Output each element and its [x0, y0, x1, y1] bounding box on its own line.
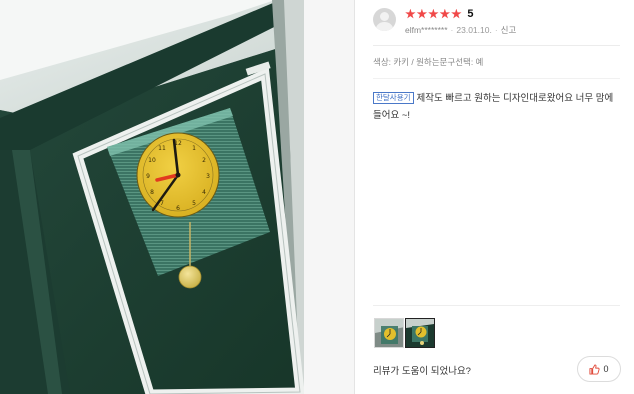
review-photo[interactable]: 12 1 2 3 4 5 6 7 8 9 10 11 [0, 0, 304, 394]
clock-photo-image: 12 1 2 3 4 5 6 7 8 9 10 11 [0, 0, 304, 394]
star-icon [416, 8, 428, 19]
thumbs-up-icon [589, 363, 601, 375]
avatar-icon [373, 8, 396, 31]
star-icon [428, 8, 439, 19]
rating-score: 5 [467, 8, 474, 20]
svg-text:9: 9 [146, 173, 150, 180]
clock-thumbnail-icon [406, 319, 434, 347]
helpful-question: 리뷰가 도움이 되었나요? [373, 366, 471, 377]
svg-text:11: 11 [158, 145, 166, 152]
month-use-badge: 한달사용기 [373, 92, 414, 104]
helpful-like-button[interactable]: 0 [577, 356, 621, 382]
photo-thumbnail-selected[interactable] [405, 318, 435, 348]
review-meta: elfm******** · 23.01.10. · 신고 [405, 24, 516, 36]
svg-text:10: 10 [148, 157, 156, 164]
selected-options: 색상: 카키 / 원하는문구선택: 예 [373, 57, 484, 67]
meta-separator: · [494, 25, 498, 35]
star-icon [405, 8, 416, 19]
photo-thumbnail[interactable] [374, 318, 404, 348]
helpful-count: 0 [603, 364, 609, 374]
star-icon [439, 8, 451, 19]
divider [373, 78, 620, 79]
reviewer-id: elfm******** [405, 25, 448, 35]
review-body: 한달사용기 제작도 빠르고 원하는 디자인대로왔어요 너무 맘에 들어요 ~! [373, 90, 623, 124]
star-icon [451, 8, 462, 19]
report-link[interactable]: 신고 [501, 24, 517, 36]
meta-separator: · [450, 25, 454, 35]
svg-text:2: 2 [202, 157, 206, 164]
clock-thumbnail-icon [375, 319, 403, 347]
svg-text:1: 1 [192, 145, 196, 152]
gutter [304, 0, 354, 394]
svg-text:8: 8 [150, 189, 154, 196]
rating: 5 [405, 7, 474, 21]
divider [373, 45, 620, 46]
svg-text:5: 5 [192, 200, 196, 207]
svg-text:6: 6 [176, 205, 180, 212]
divider [373, 305, 620, 306]
svg-text:4: 4 [202, 189, 206, 196]
review-date: 23.01.10. [456, 25, 492, 35]
review-panel: 5 elfm******** · 23.01.10. · 신고 색상: 카키 /… [355, 0, 634, 394]
svg-text:3: 3 [206, 173, 210, 180]
